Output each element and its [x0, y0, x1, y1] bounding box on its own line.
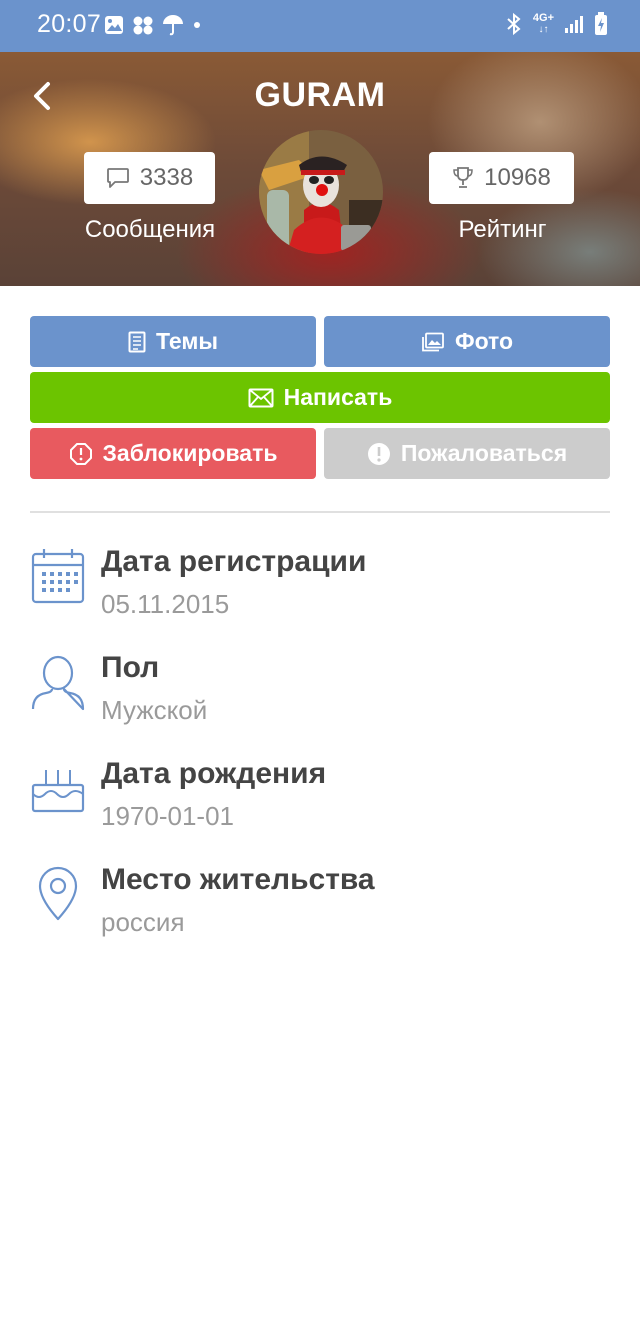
info-value: россия: [101, 907, 185, 937]
rating-label: Рейтинг: [458, 216, 547, 243]
block-button-label: Заблокировать: [102, 440, 278, 466]
status-system-icons: 4G+ ↓↑: [505, 12, 608, 36]
umbrella-icon: [163, 15, 183, 36]
section-divider: [30, 511, 610, 513]
info-title: Пол: [101, 651, 160, 684]
bluetooth-icon: [507, 12, 521, 36]
battery-charging-icon: [595, 12, 607, 35]
network-type-label: 4G+: [532, 12, 554, 24]
info-item-birthdate: Дата рождения 1970-01-01: [0, 757, 640, 847]
signal-icon: [565, 16, 583, 33]
messages-count: 3338: [139, 164, 194, 191]
status-notification-icons: [104, 14, 202, 36]
document-icon: [128, 331, 146, 352]
envelope-icon: [248, 388, 274, 407]
cake-icon: [30, 757, 86, 817]
message-bubble-icon: [106, 168, 129, 188]
location-pin-icon: [30, 863, 86, 923]
info-value: 1970-01-01: [101, 801, 234, 831]
info-title: Место жительства: [101, 863, 375, 896]
info-item-registration: Дата регистрации 05.11.2015: [0, 545, 640, 635]
topics-button[interactable]: Темы: [30, 316, 316, 367]
messages-label: Сообщения: [84, 216, 216, 243]
topics-button-label: Темы: [155, 328, 219, 354]
info-value: 05.11.2015: [101, 589, 230, 619]
messages-count-box[interactable]: 3338: [84, 152, 215, 204]
report-user-button[interactable]: Пожаловаться: [324, 428, 610, 479]
block-user-button[interactable]: Заблокировать: [30, 428, 316, 479]
network-type-icon: 4G+ ↓↑: [532, 12, 554, 36]
status-time: 20:07: [37, 10, 102, 38]
gallery-icon: [105, 16, 123, 34]
info-title: Дата регистрации: [101, 545, 367, 578]
calendar-icon: [30, 545, 86, 605]
info-value: Мужской: [101, 695, 208, 725]
page-title: GURAM: [254, 76, 386, 114]
block-octagon-icon: [69, 442, 92, 465]
info-item-gender: Пол Мужской: [0, 651, 640, 741]
photo-button[interactable]: Фото: [324, 316, 610, 367]
profile-header: GURAM 3338 Сообщения 10968 Рейтинг: [0, 52, 640, 286]
status-bar: 20:07 4G+ ↓↑: [0, 0, 640, 52]
write-message-button[interactable]: Написать: [30, 372, 610, 423]
info-title: Дата рождения: [101, 757, 327, 790]
person-icon: [30, 651, 86, 711]
report-button-label: Пожаловаться: [400, 440, 568, 466]
dots-app-icon: [133, 16, 153, 35]
dot-icon: [194, 22, 200, 28]
photo-button-label: Фото: [454, 328, 514, 354]
exclamation-circle-icon: [367, 442, 390, 465]
trophy-icon: [453, 167, 473, 188]
rating-count-box[interactable]: 10968: [429, 152, 574, 204]
photos-icon: [422, 332, 444, 351]
info-item-location: Место жительства россия: [0, 863, 640, 953]
write-button-label: Написать: [283, 384, 393, 410]
rating-count: 10968: [484, 164, 551, 191]
avatar: [259, 130, 383, 254]
